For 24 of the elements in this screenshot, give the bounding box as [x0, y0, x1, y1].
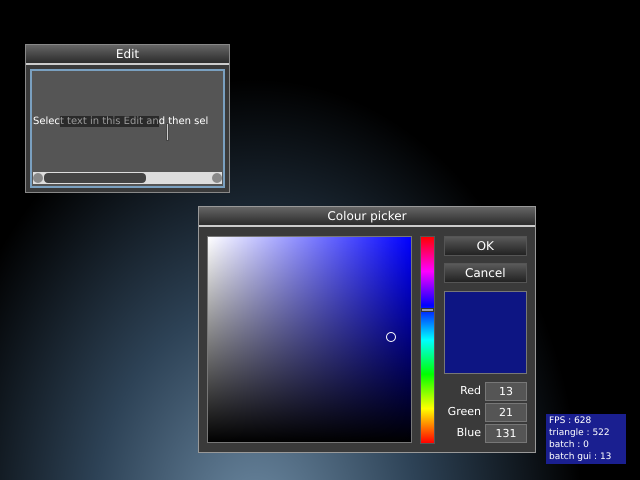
hue-handle[interactable] — [420, 308, 434, 312]
channel-label: Green — [448, 404, 481, 420]
channel-value-field[interactable]: 131 — [484, 424, 527, 443]
stats-line: batch gui : 13 — [549, 451, 612, 463]
scroll-left-icon[interactable] — [33, 173, 43, 183]
hue-slider[interactable] — [420, 236, 435, 444]
stats-line: FPS : 628 — [549, 415, 592, 427]
channel-label: Blue — [456, 425, 481, 442]
channel-value-field[interactable]: 13 — [484, 382, 527, 401]
scrollbar-thumb[interactable] — [44, 173, 146, 183]
window-title: Edit — [26, 45, 229, 65]
saturation-value-square[interactable] — [207, 236, 412, 443]
stats-line: triangle : 522 — [549, 427, 611, 439]
window-title: Colour picker — [199, 207, 535, 227]
channel-label: Red — [460, 383, 481, 400]
horizontal-scrollbar[interactable] — [33, 172, 222, 184]
dialog-button[interactable]: OK — [444, 236, 527, 256]
edit-text: Select text in this Edit and then sel — [33, 115, 208, 129]
stats-line: batch : 0 — [549, 439, 590, 451]
channel-value-field[interactable]: 21 — [484, 403, 527, 422]
scroll-right-icon[interactable] — [212, 173, 222, 183]
text-edit-field[interactable]: Select text in this Edit and then sel — [30, 69, 225, 188]
text-cursor — [166, 123, 169, 141]
dialog-button[interactable]: Cancel — [444, 263, 527, 283]
